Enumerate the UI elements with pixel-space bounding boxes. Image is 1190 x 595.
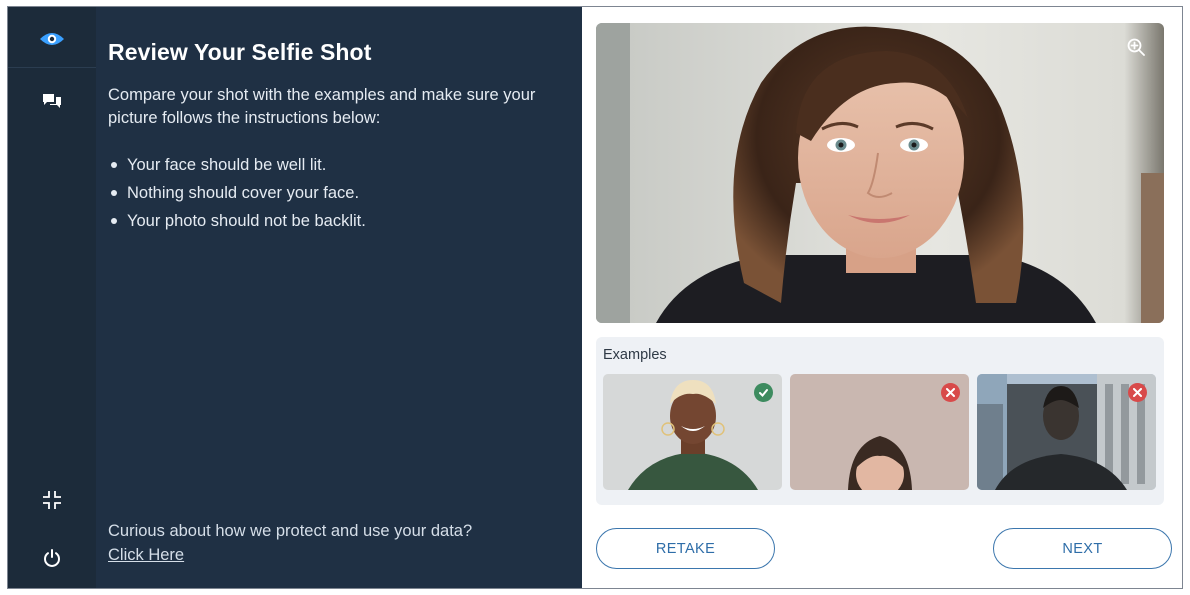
- app-window: Review Your Selfie Shot Compare your sho…: [7, 6, 1183, 589]
- check-icon: [759, 389, 768, 397]
- zoom-in-icon: [1127, 38, 1145, 56]
- rail-chat-button[interactable]: [8, 85, 96, 117]
- bullet-icon: [111, 190, 117, 196]
- eye-icon: [40, 33, 64, 45]
- chat-icon: [43, 94, 61, 108]
- instruction-item: Your photo should not be backlit.: [108, 207, 366, 235]
- instruction-text: Your face should be well lit.: [127, 156, 327, 174]
- retake-button[interactable]: RETAKE: [596, 528, 775, 569]
- rail-power-button[interactable]: [8, 543, 96, 573]
- example-card-invalid: [790, 374, 969, 490]
- intro-text: Compare your shot with the examples and …: [108, 86, 536, 127]
- bullet-icon: [111, 162, 117, 168]
- privacy-text: Curious about how we protect and use you…: [108, 522, 473, 540]
- zoom-button[interactable]: [1126, 37, 1146, 62]
- instruction-list: Your face should be well lit. Nothing sh…: [108, 151, 366, 235]
- invalid-badge: [1128, 383, 1147, 402]
- instruction-text: Your photo should not be backlit.: [127, 212, 366, 230]
- selfie-panel: Examples RETAKE NEXT: [582, 7, 1182, 588]
- selfie-image: [596, 23, 1164, 323]
- instruction-item: Your face should be well lit.: [108, 151, 366, 179]
- collapse-icon: [43, 491, 61, 509]
- privacy-notice: Curious about how we protect and use you…: [108, 519, 472, 567]
- next-button[interactable]: NEXT: [993, 528, 1172, 569]
- selfie-photo: [596, 23, 1164, 323]
- valid-badge: [754, 383, 773, 402]
- privacy-link[interactable]: Click Here: [108, 543, 472, 567]
- bullet-icon: [111, 218, 117, 224]
- icon-rail: [8, 7, 96, 588]
- page-title: Review Your Selfie Shot: [108, 39, 372, 65]
- rail-divider: [8, 67, 96, 68]
- close-icon: [946, 388, 955, 397]
- close-icon: [1133, 388, 1142, 397]
- instruction-item: Nothing should cover your face.: [108, 179, 366, 207]
- rail-eye-button[interactable]: [8, 23, 96, 55]
- examples-label: Examples: [603, 347, 667, 363]
- rail-collapse-button[interactable]: [8, 485, 96, 515]
- power-icon: [44, 549, 60, 567]
- example-card-valid: [603, 374, 782, 490]
- review-panel: Review Your Selfie Shot Compare your sho…: [96, 7, 582, 588]
- invalid-badge: [941, 383, 960, 402]
- example-card-invalid: [977, 374, 1156, 490]
- examples-panel: Examples: [596, 337, 1164, 505]
- instruction-text: Nothing should cover your face.: [127, 184, 360, 202]
